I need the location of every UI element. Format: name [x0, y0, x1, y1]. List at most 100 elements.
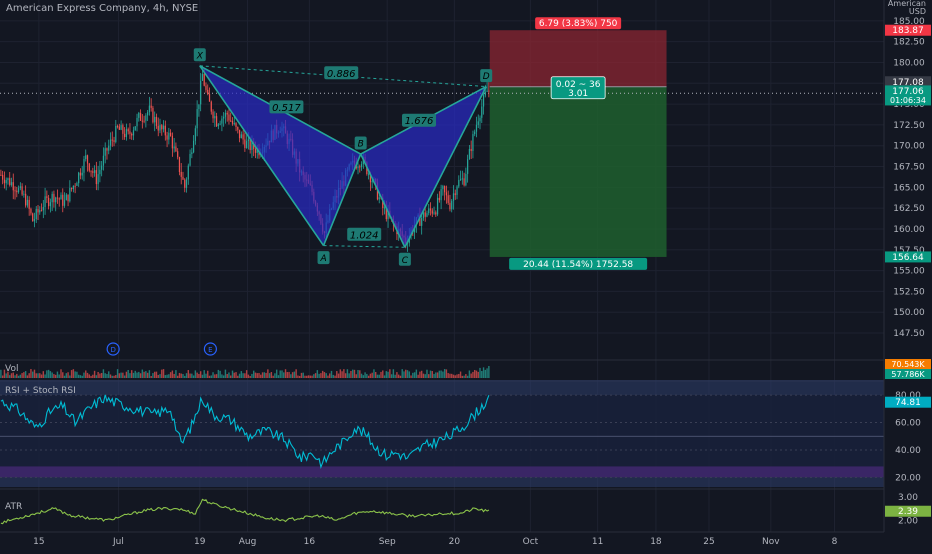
candle-body [472, 134, 474, 151]
candle-body [360, 164, 363, 167]
candle-body [431, 210, 433, 214]
volume-bar [429, 370, 432, 378]
volume-bar [433, 373, 435, 378]
candle-body [32, 213, 34, 222]
volume-bar [65, 373, 68, 378]
volume-bar [242, 373, 244, 378]
volume-bar [332, 374, 334, 378]
volume-bar [291, 372, 294, 378]
time-tick-label: 25 [703, 537, 714, 547]
candle-body [198, 104, 200, 110]
trading-chart[interactable]: 0.886 0.517 1.676 1.024 X A B C D Vol RSI + Stoc… [0, 0, 932, 550]
volume-bar [313, 374, 315, 378]
volume-bar [311, 375, 313, 378]
volume-bar [35, 373, 37, 378]
currency-code: USD [908, 7, 926, 16]
volume-bar [366, 373, 368, 378]
candle-body [429, 208, 432, 211]
candle-body [49, 202, 52, 207]
volume-bar [136, 372, 138, 378]
candle-body [212, 111, 214, 119]
candle-body [16, 190, 18, 193]
candle-body [231, 120, 234, 124]
candle-body [426, 213, 428, 217]
candle-body [134, 126, 136, 131]
point-label: C [402, 256, 409, 266]
atr-tick-label: 3.00 [898, 493, 918, 503]
volume-bar [88, 374, 90, 378]
volume-bar [100, 373, 103, 378]
candle-body [74, 185, 76, 187]
volume-bar [274, 373, 276, 378]
volume-bar [19, 374, 22, 378]
candle-body [171, 135, 173, 149]
candle-body [428, 208, 430, 214]
volume-bar [484, 369, 487, 378]
candle-body [477, 121, 479, 125]
volume-bar [277, 375, 280, 378]
candle-body [76, 183, 78, 186]
volume-bar [184, 375, 186, 378]
ratio-label: 0.517 [272, 103, 301, 114]
candle-body [138, 112, 140, 118]
symbol-header[interactable]: American Express Company, 4h, NYSE [6, 3, 198, 14]
candle-body [208, 93, 211, 102]
stoch-oversold-band [0, 466, 884, 478]
price-tick-label: 152.50 [893, 287, 925, 297]
candle-body [115, 125, 117, 142]
candle-body [116, 125, 119, 127]
candle-body [383, 207, 386, 209]
volume-bar [192, 375, 195, 378]
candle-body [246, 140, 248, 148]
candle-body [242, 134, 244, 140]
volume-bar [343, 369, 345, 378]
candle-body [51, 193, 53, 203]
volume-bar [449, 373, 451, 378]
candle-body [357, 166, 359, 169]
candle-body [177, 151, 179, 158]
countdown-label: 01:06:34 [890, 96, 926, 105]
volume-bar [261, 372, 264, 378]
volume-bar [109, 374, 112, 378]
candle-body [85, 155, 87, 160]
candle-body [131, 133, 133, 136]
volume-bar [442, 371, 444, 378]
atr-badge: 2.39 [898, 507, 918, 517]
volume-bar [417, 374, 419, 378]
volume-bar [267, 369, 269, 378]
candle-body [482, 95, 485, 107]
candle-body [451, 200, 453, 210]
volume-bar [92, 374, 94, 378]
price-axis[interactable]: 185.00182.50180.00177.50175.00172.50170.… [883, 0, 932, 550]
volume-bar [240, 371, 243, 378]
volume-bar [93, 370, 96, 378]
rsi-pane: RSI + Stoch RSI [0, 380, 884, 487]
candle-body [79, 172, 82, 176]
candle-body [240, 134, 242, 139]
volume-bar [330, 370, 333, 378]
volume-bar [122, 372, 124, 378]
candle-body [93, 170, 96, 173]
candle-body [2, 174, 4, 180]
volume-bar [5, 373, 7, 378]
ratio-label: 1.024 [350, 230, 379, 241]
volume-bar [339, 369, 342, 378]
volume-bar [56, 371, 59, 378]
point-label: B [358, 140, 364, 150]
price-badge: 183.87 [892, 26, 924, 36]
volume-bar [390, 374, 393, 378]
volume-bar [120, 372, 122, 378]
volume-bar [111, 375, 113, 378]
volume-bar [42, 371, 45, 378]
volume-bar [438, 370, 441, 378]
volume-bar [281, 370, 283, 378]
volume-bar [364, 372, 366, 378]
volume-bar [228, 372, 230, 378]
volume-bar [74, 371, 76, 378]
time-tick-label: 16 [304, 537, 316, 547]
candle-body [456, 186, 458, 195]
candle-body [147, 112, 149, 116]
candle-body [127, 129, 129, 132]
volume-bar [275, 369, 278, 378]
volume-bar [369, 373, 372, 378]
